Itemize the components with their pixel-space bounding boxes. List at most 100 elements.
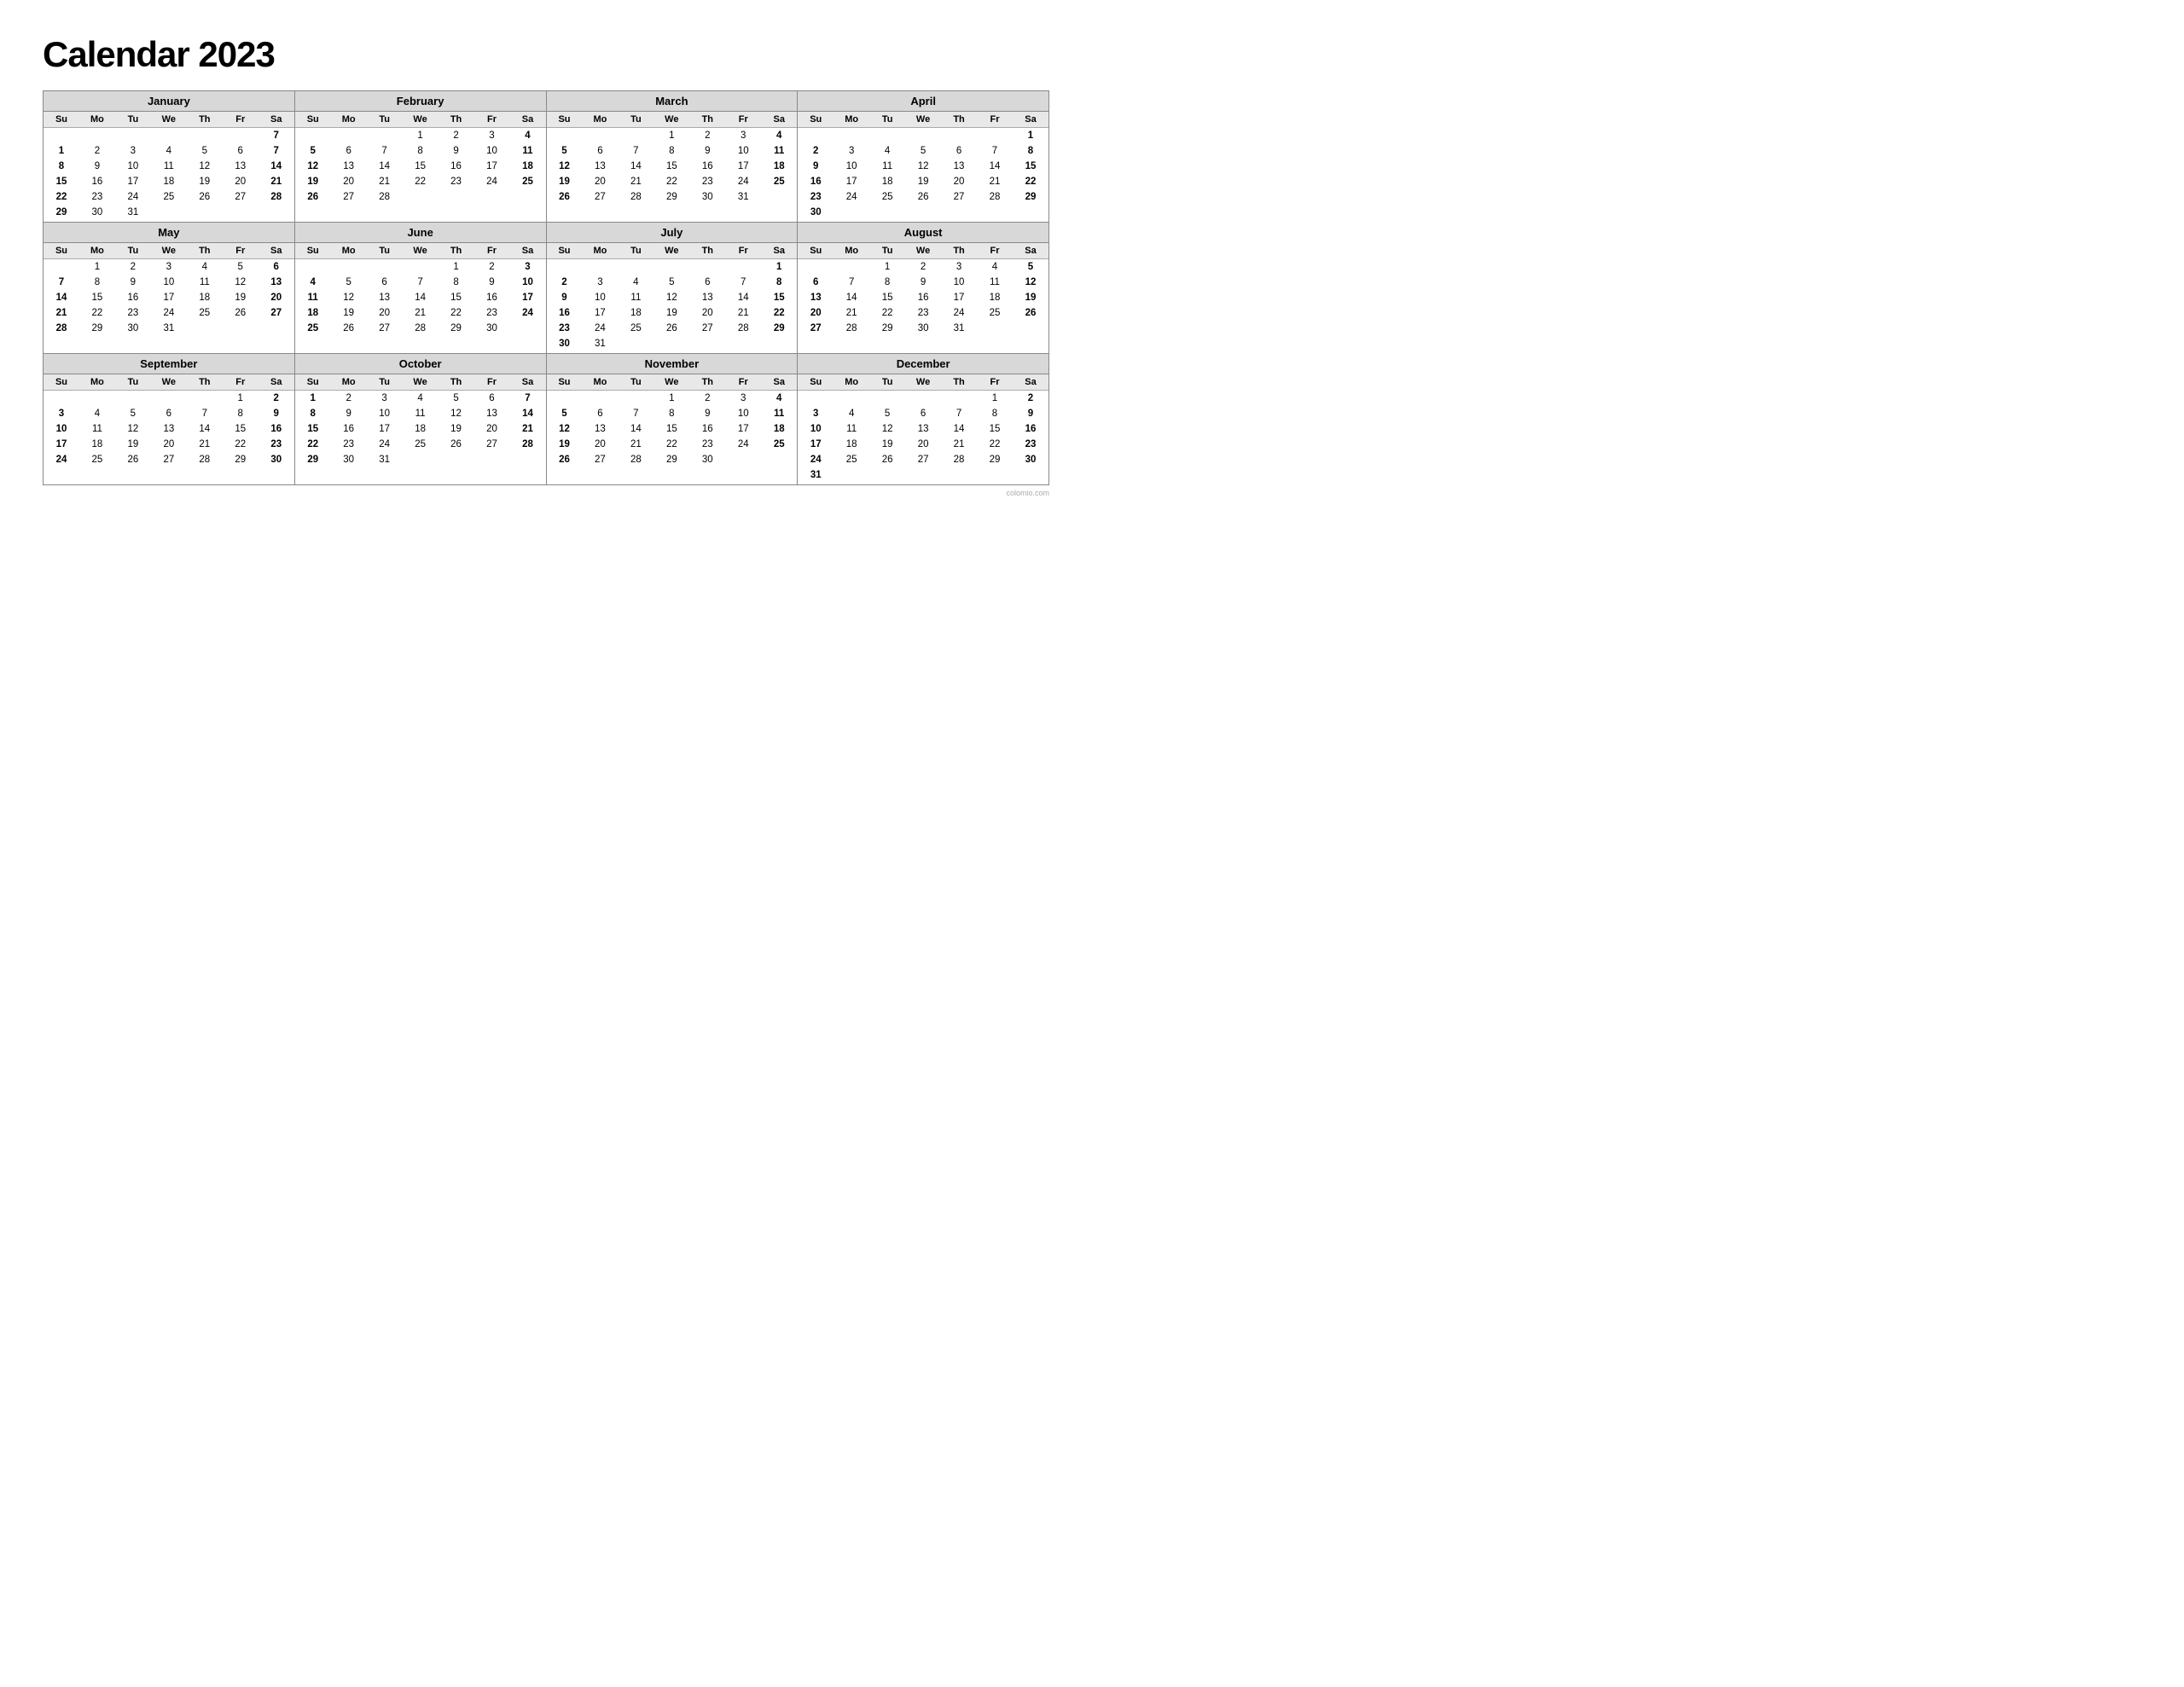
day-cell: 13: [258, 275, 294, 290]
day-header-sa: Sa: [1013, 112, 1048, 128]
day-cell: 2: [439, 128, 474, 144]
month-block-january: JanuarySuMoTuWeThFrSa7123456789101112131…: [44, 91, 295, 223]
day-header-fr: Fr: [725, 112, 761, 128]
day-cell: 21: [187, 437, 223, 452]
day-cell: [547, 391, 583, 407]
day-cell: [582, 128, 618, 144]
day-cell: 17: [725, 421, 761, 437]
day-cell: 14: [258, 159, 294, 174]
day-cell: 30: [798, 205, 834, 222]
day-cell: 5: [547, 406, 583, 421]
day-cell: [761, 452, 797, 467]
week-row: 17181920212223: [798, 437, 1048, 452]
day-cell: 7: [725, 275, 761, 290]
day-cell: 11: [869, 159, 905, 174]
day-cell: 24: [725, 174, 761, 189]
week-row: 10111213141516: [798, 421, 1048, 437]
day-cell: 7: [258, 128, 294, 144]
day-cell: 4: [151, 143, 187, 159]
day-cell: 31: [725, 189, 761, 205]
day-cell: 19: [115, 437, 151, 452]
day-cell: 10: [474, 143, 510, 159]
day-header-sa: Sa: [258, 243, 294, 259]
day-cell: 15: [439, 290, 474, 305]
day-cell: 5: [905, 143, 941, 159]
day-cell: 26: [905, 189, 941, 205]
day-cell: 25: [295, 321, 331, 336]
day-cell: 20: [367, 305, 403, 321]
day-cell: 1: [1013, 128, 1048, 144]
day-header-we: We: [403, 243, 439, 259]
day-header-tu: Tu: [869, 374, 905, 391]
day-cell: 4: [509, 128, 545, 144]
day-cell: 15: [869, 290, 905, 305]
day-header-su: Su: [44, 112, 79, 128]
day-cell: [115, 391, 151, 407]
day-cell: [618, 336, 653, 353]
day-cell: [331, 259, 367, 275]
day-header-mo: Mo: [331, 112, 367, 128]
day-cell: 6: [798, 275, 834, 290]
day-cell: [834, 205, 869, 222]
week-row: 78910111213: [44, 275, 294, 290]
day-cell: 16: [689, 421, 725, 437]
day-cell: 11: [79, 421, 115, 437]
day-cell: 8: [977, 406, 1013, 421]
day-header-we: We: [151, 243, 187, 259]
calendar-grid: JanuarySuMoTuWeThFrSa7123456789101112131…: [43, 90, 1049, 485]
day-cell: 8: [653, 143, 689, 159]
day-cell: 23: [474, 305, 510, 321]
day-cell: 3: [834, 143, 869, 159]
day-cell: 15: [223, 421, 258, 437]
day-cell: 6: [582, 143, 618, 159]
day-cell: 18: [834, 437, 869, 452]
day-cell: 18: [509, 159, 545, 174]
day-cell: 9: [439, 143, 474, 159]
day-cell: 5: [1013, 259, 1048, 275]
day-cell: 1: [761, 259, 797, 275]
month-table: SuMoTuWeThFrSa12345678910111213141516171…: [295, 374, 546, 474]
watermark: colomio.com: [43, 489, 1049, 497]
day-cell: 27: [258, 305, 294, 321]
day-cell: 19: [653, 305, 689, 321]
day-cell: 10: [941, 275, 977, 290]
day-cell: 4: [79, 406, 115, 421]
day-header-tu: Tu: [618, 243, 653, 259]
day-cell: 20: [689, 305, 725, 321]
day-cell: 2: [258, 391, 294, 407]
day-cell: 10: [582, 290, 618, 305]
day-header-tu: Tu: [367, 374, 403, 391]
day-cell: 18: [761, 159, 797, 174]
day-cell: [941, 391, 977, 407]
day-cell: 18: [295, 305, 331, 321]
day-cell: 13: [582, 159, 618, 174]
day-cell: 2: [798, 143, 834, 159]
day-cell: 23: [115, 305, 151, 321]
day-header-su: Su: [547, 243, 583, 259]
day-cell: 27: [331, 189, 367, 205]
day-header-sa: Sa: [509, 243, 545, 259]
day-cell: 12: [295, 159, 331, 174]
day-cell: [187, 128, 223, 144]
week-row: 16171819202122: [547, 305, 798, 321]
day-cell: 5: [295, 143, 331, 159]
day-cell: 29: [761, 321, 797, 336]
day-cell: 27: [474, 437, 510, 452]
day-header-we: We: [905, 374, 941, 391]
day-cell: 8: [223, 406, 258, 421]
day-cell: 16: [258, 421, 294, 437]
day-cell: 21: [834, 305, 869, 321]
day-cell: [258, 321, 294, 336]
day-cell: 11: [509, 143, 545, 159]
day-cell: [977, 467, 1013, 484]
day-header-mo: Mo: [582, 243, 618, 259]
week-row: 567891011: [295, 143, 546, 159]
week-row: 3456789: [798, 406, 1048, 421]
day-cell: 24: [582, 321, 618, 336]
day-cell: [618, 391, 653, 407]
week-row: 23242526272829: [798, 189, 1048, 205]
month-title: February: [295, 91, 546, 112]
day-cell: 21: [403, 305, 439, 321]
day-header-sa: Sa: [1013, 374, 1048, 391]
day-cell: 29: [44, 205, 79, 222]
